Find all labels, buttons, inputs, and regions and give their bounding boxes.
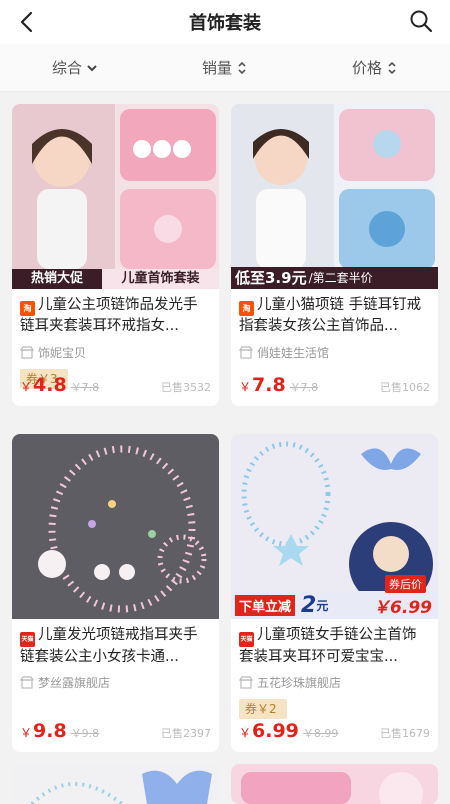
product-card[interactable]: 低至3.9元 /第二套半价 淘儿童小猫项链 手链耳钉戒指套装女孩公主首饰品...… [231, 104, 438, 406]
product-card[interactable] [231, 764, 438, 804]
sold-count: 已售2397 [161, 727, 211, 740]
product-name-text: 儿童项链女手链公主首饰套装耳夹耳环可爱宝宝... [239, 627, 417, 665]
price-row: ￥ 6.99 ￥8.99 已售1679 [239, 720, 430, 742]
product-image: 热销大促 儿童首饰套装 [12, 104, 219, 289]
sort-comprehensive[interactable]: 综合 [0, 44, 150, 91]
price-row: ￥ 9.8 ￥9.8 已售2397 [20, 720, 211, 742]
sort-sales[interactable]: 销量 [150, 44, 300, 91]
original-price: ￥9.8 [70, 727, 100, 740]
store-icon [20, 675, 34, 689]
product-name-text: 儿童公主项链饰品发光手链耳夹套装耳环戒指女... [20, 297, 198, 334]
shop-name: 梦丝露旗舰店 [38, 675, 111, 690]
sort-sales-label: 销量 [201, 59, 232, 77]
product-image [12, 434, 219, 619]
product-name: 淘儿童公主项链饰品发光手链耳夹套装耳环戒指女... [12, 289, 219, 339]
taobao-badge-icon: 淘 [20, 301, 35, 316]
product-image [231, 764, 438, 804]
currency-symbol: ￥ [20, 726, 33, 740]
product-name: 天猫 儿童项链女手链公主首饰套装耳夹耳环可爱宝宝... [231, 619, 438, 669]
product-image [12, 764, 219, 804]
promo-banner: 热销大促 儿童首饰套装 [12, 269, 219, 289]
promo-banner-right: 儿童首饰套装 [121, 271, 200, 286]
shop-name: 饰妮宝贝 [38, 345, 87, 360]
product-name: 淘儿童小猫项链 手链耳钉戒指套装女孩公主首饰品... [231, 289, 438, 339]
product-name-text: 儿童小猫项链 手链耳钉戒指套装女孩公主首饰品... [239, 297, 422, 334]
search-icon[interactable] [408, 8, 434, 34]
original-price: ￥7.8 [70, 381, 100, 394]
product-image: 下单立减 2 元 ￥6.99 券后价 [231, 434, 438, 619]
promo-banner-right: /第二套半价 [308, 271, 373, 285]
taobao-badge-icon: 淘 [239, 301, 254, 316]
product-name: 天猫 儿童发光项链戒指耳夹手链套装公主小女孩卡通... [12, 619, 219, 669]
store-icon [239, 675, 253, 689]
currency-symbol: ￥ [20, 380, 33, 394]
product-card[interactable] [12, 764, 219, 804]
product-card[interactable]: 下单立减 2 元 ￥6.99 券后价 天猫 儿童项链女手链公主首饰套装耳夹耳环可爱… [231, 434, 438, 752]
product-name-text: 儿童发光项链戒指耳夹手链套装公主小女孩卡通... [20, 627, 198, 665]
currency-symbol: ￥ [239, 380, 252, 394]
shop-name: 俏娃娃生活馆 [257, 345, 330, 360]
sold-count: 已售3532 [161, 381, 211, 394]
original-price: ￥7.8 [289, 381, 319, 394]
price: 4.8 [33, 374, 67, 396]
promo-banner-price: ￥6.99 [373, 597, 432, 618]
store-icon [239, 345, 253, 359]
price-row: ￥ 4.8 ￥7.8 已售3532 [20, 374, 211, 396]
sort-updown-icon [238, 61, 246, 74]
promo-banner: 下单立减 2 元 ￥6.99 [231, 591, 438, 619]
shop-info[interactable]: 俏娃娃生活馆 [231, 339, 438, 361]
promo-banner-unit: 元 [316, 598, 329, 613]
sort-price-label: 价格 [351, 59, 382, 77]
product-image: 低至3.9元 /第二套半价 [231, 104, 438, 289]
promo-banner-left: 下单立减 [235, 594, 296, 616]
product-card[interactable]: 天猫 儿童发光项链戒指耳夹手链套装公主小女孩卡通... 梦丝露旗舰店 ￥ 9.8 … [12, 434, 219, 752]
after-coupon-tag: 券后价 [385, 575, 426, 593]
header-bar: 首饰套装 [0, 0, 450, 44]
sort-comprehensive-label: 综合 [51, 59, 82, 77]
store-icon [20, 345, 34, 359]
price: 6.99 [252, 720, 299, 742]
shop-info[interactable]: 五花珍珠旗舰店 [231, 669, 438, 691]
promo-banner-left: 热销大促 [12, 269, 102, 289]
shop-info[interactable]: 梦丝露旗舰店 [12, 669, 219, 691]
price: 9.8 [33, 720, 67, 742]
sold-count: 已售1062 [380, 381, 430, 394]
shop-info[interactable]: 饰妮宝贝 [12, 339, 219, 361]
chevron-down-icon [87, 64, 97, 71]
sort-bar: 综合 销量 价格 [0, 44, 450, 92]
price-row: ￥ 7.8 ￥7.8 已售1062 [239, 374, 430, 396]
promo-banner-num: 2 [301, 592, 317, 618]
page-title: 首饰套装 [189, 13, 261, 34]
promo-banner-left: 低至3.9元 [235, 269, 307, 287]
promo-banner: 低至3.9元 /第二套半价 [231, 267, 438, 289]
original-price: ￥8.99 [302, 727, 339, 740]
price: 7.8 [252, 374, 286, 396]
coupon-tag[interactable]: 券￥2 [239, 699, 287, 719]
sold-count: 已售1679 [380, 727, 430, 740]
currency-symbol: ￥ [239, 726, 252, 740]
sort-updown-icon [388, 61, 396, 74]
shop-name: 五花珍珠旗舰店 [257, 675, 342, 690]
tmall-badge-icon: 天猫 [20, 632, 35, 647]
tmall-badge-icon: 天猫 [239, 632, 254, 647]
product-card[interactable]: 热销大促 儿童首饰套装 淘儿童公主项链饰品发光手链耳夹套装耳环戒指女... 饰妮… [12, 104, 219, 406]
sort-price[interactable]: 价格 [300, 44, 450, 91]
